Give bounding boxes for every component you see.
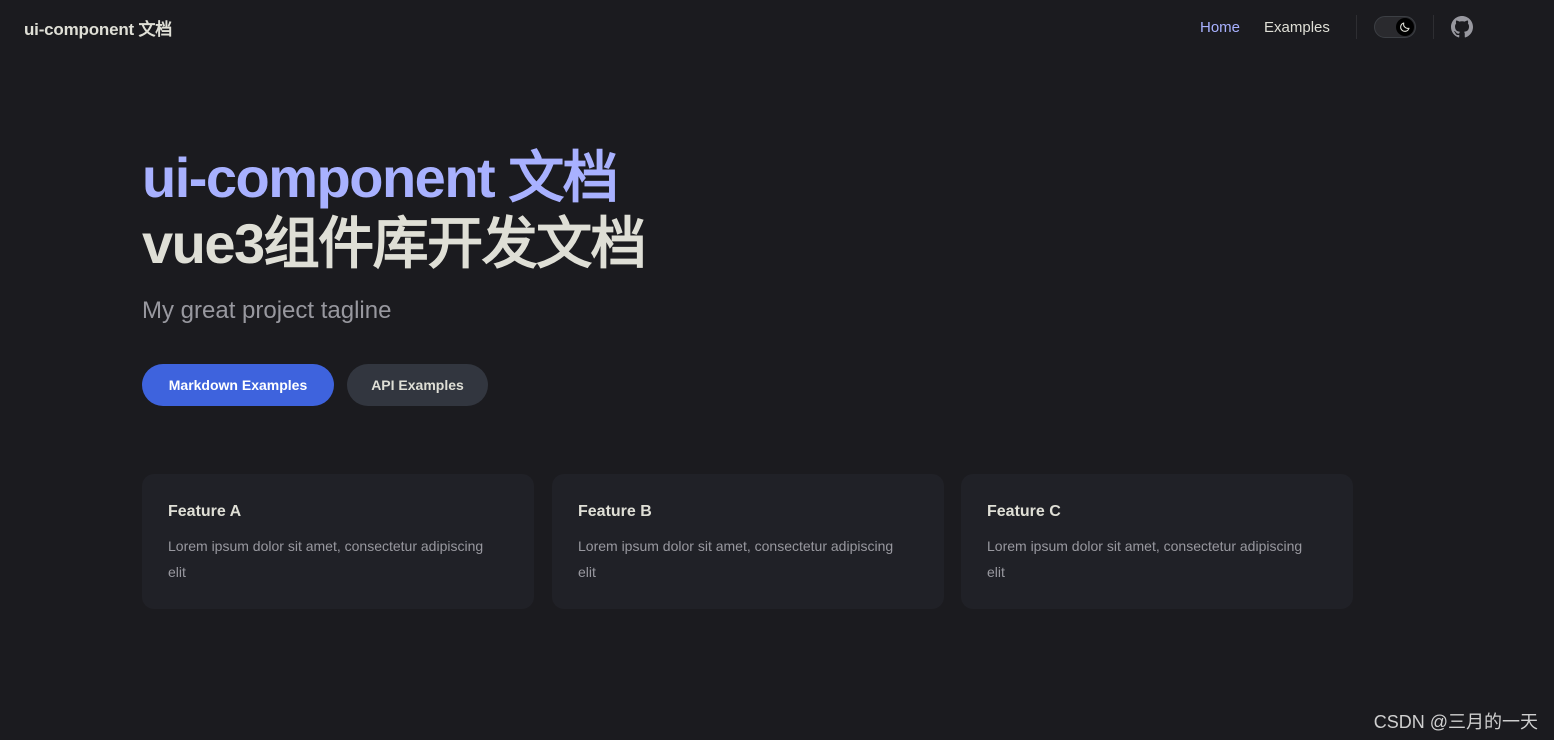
feature-title: Feature A (168, 503, 242, 520)
github-link[interactable] (1450, 15, 1474, 39)
nav-link-home[interactable]: Home (1188, 19, 1252, 36)
markdown-examples-button[interactable]: Markdown Examples (142, 364, 334, 406)
nav-divider (1356, 15, 1357, 39)
feature-title: Feature C (987, 503, 1061, 520)
appearance-toggle[interactable] (1374, 16, 1416, 38)
hero-tagline: My great project tagline (142, 297, 392, 324)
moon-icon (1396, 18, 1414, 36)
top-nav: ui-component 文档 Home Examples (0, 0, 1554, 54)
feature-card: Feature C Lorem ipsum dolor sit amet, co… (961, 474, 1353, 609)
feature-card: Feature A Lorem ipsum dolor sit amet, co… (142, 474, 534, 609)
hero-name: ui-component 文档 (142, 146, 619, 209)
feature-details: Lorem ipsum dolor sit amet, consectetur … (987, 538, 1303, 580)
nav-link-examples[interactable]: Examples (1252, 19, 1342, 36)
site-title-link[interactable]: ui-component 文档 (24, 15, 172, 40)
nav-menu: Home Examples (1188, 0, 1342, 54)
api-examples-button[interactable]: API Examples (347, 364, 488, 406)
feature-card: Feature B Lorem ipsum dolor sit amet, co… (552, 474, 944, 609)
hero-text: vue3组件库开发文档 (142, 212, 647, 275)
feature-details: Lorem ipsum dolor sit amet, consectetur … (578, 538, 894, 580)
feature-title: Feature B (578, 503, 652, 520)
nav-divider (1433, 15, 1434, 39)
feature-details: Lorem ipsum dolor sit amet, consectetur … (168, 538, 484, 580)
hero-actions: Markdown Examples API Examples (142, 364, 488, 406)
github-icon (1451, 16, 1473, 38)
watermark: CSDN @三月的一天 (1373, 712, 1538, 732)
home-page: ui-component 文档 Home Examples ui-compone… (0, 0, 1554, 740)
